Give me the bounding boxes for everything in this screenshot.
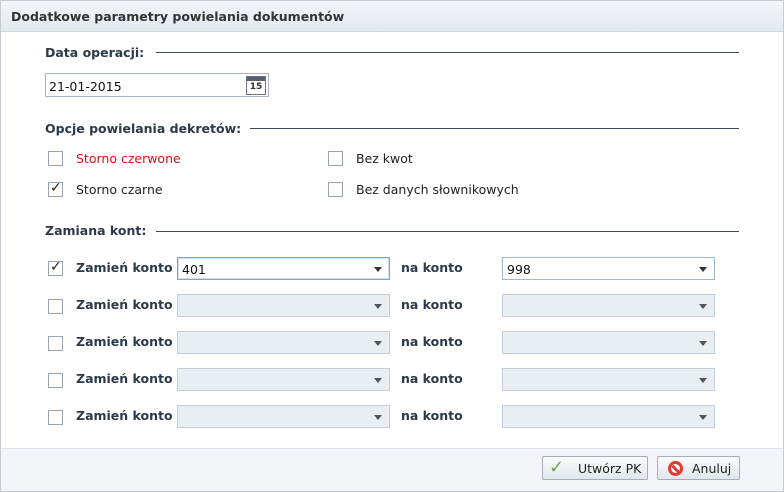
chevron-down-icon[interactable] [374,415,382,420]
operation-date-heading: Data operacji: [45,45,145,60]
dialog-title: Dodatkowe parametry powielania dokumentó… [11,9,345,24]
dialog-titlebar: Dodatkowe parametry powielania dokumentó… [1,1,783,32]
to-account-label: na konto [401,260,463,275]
swap-row-4-to-combo[interactable] [502,368,715,391]
no-dictionary-data-checkbox[interactable] [328,182,343,197]
storno-black-label: Storno czarne [76,182,163,197]
swap-row-3-to-combo[interactable] [502,331,715,354]
operation-date-field[interactable]: 21-01-2015 15 [45,73,269,97]
to-account-label: na konto [401,334,463,349]
swap-row-label: Zamień konto [76,297,173,312]
cancel-icon [668,461,683,476]
account-swap-heading: Zamiana kont: [45,223,147,238]
chevron-down-icon[interactable] [699,378,707,383]
swap-row-2-checkbox[interactable] [48,299,63,314]
no-amounts-checkbox[interactable] [328,151,343,166]
swap-row-5-to-combo[interactable] [502,405,715,428]
chevron-down-icon[interactable] [699,341,707,346]
dialog-footer: ✓ Utwórz PK Anuluj [1,448,783,491]
create-pk-label: Utwórz PK [578,461,642,476]
swap-row-1-to-value: 998 [507,262,531,277]
swap-row-label: Zamień konto [76,334,173,349]
swap-row-5-checkbox[interactable] [48,410,63,425]
chevron-down-icon[interactable] [699,267,707,272]
section-divider [250,128,739,129]
swap-row-3-from-combo[interactable] [177,331,390,354]
storno-black-checkbox[interactable]: ✓ [48,180,63,197]
cancel-label: Anuluj [692,461,732,476]
swap-row-1-from-value: 401 [182,262,206,277]
to-account-label: na konto [401,408,463,423]
chevron-down-icon[interactable] [699,415,707,420]
storno-red-label: Storno czerwone [76,151,181,166]
no-amounts-label: Bez kwot [356,151,413,166]
swap-row-5-from-combo[interactable] [177,405,390,428]
chevron-down-icon[interactable] [374,267,382,272]
check-icon: ✓ [549,457,565,478]
dialog-window: Dodatkowe parametry powielania dokumentó… [0,0,784,492]
swap-row-2-from-combo[interactable] [177,294,390,317]
operation-date-value: 21-01-2015 [49,79,122,94]
section-divider [156,231,739,232]
create-pk-button[interactable]: ✓ Utwórz PK [542,456,648,480]
swap-row-1-to-combo[interactable]: 998 [502,257,715,280]
section-divider [156,52,739,53]
chevron-down-icon[interactable] [374,304,382,309]
options-heading: Opcje powielania dekretów: [45,121,242,136]
to-account-label: na konto [401,371,463,386]
swap-row-label: Zamień konto [76,260,173,275]
chevron-down-icon[interactable] [374,341,382,346]
checkmark-icon: ✓ [50,180,62,196]
storno-red-checkbox[interactable] [48,151,63,166]
swap-row-label: Zamień konto [76,408,173,423]
swap-row-label: Zamień konto [76,371,173,386]
swap-row-4-checkbox[interactable] [48,373,63,388]
swap-row-3-checkbox[interactable] [48,336,63,351]
checkmark-icon: ✓ [50,259,62,275]
chevron-down-icon[interactable] [374,378,382,383]
chevron-down-icon[interactable] [699,304,707,309]
cancel-button[interactable]: Anuluj [657,456,740,480]
no-dictionary-data-label: Bez danych słownikowych [356,182,519,197]
swap-row-2-to-combo[interactable] [502,294,715,317]
swap-row-1-checkbox[interactable]: ✓ [48,259,63,276]
swap-row-1-from-combo[interactable]: 401 [177,257,390,280]
swap-row-4-from-combo[interactable] [177,368,390,391]
calendar-icon[interactable]: 15 [246,76,266,95]
to-account-label: na konto [401,297,463,312]
